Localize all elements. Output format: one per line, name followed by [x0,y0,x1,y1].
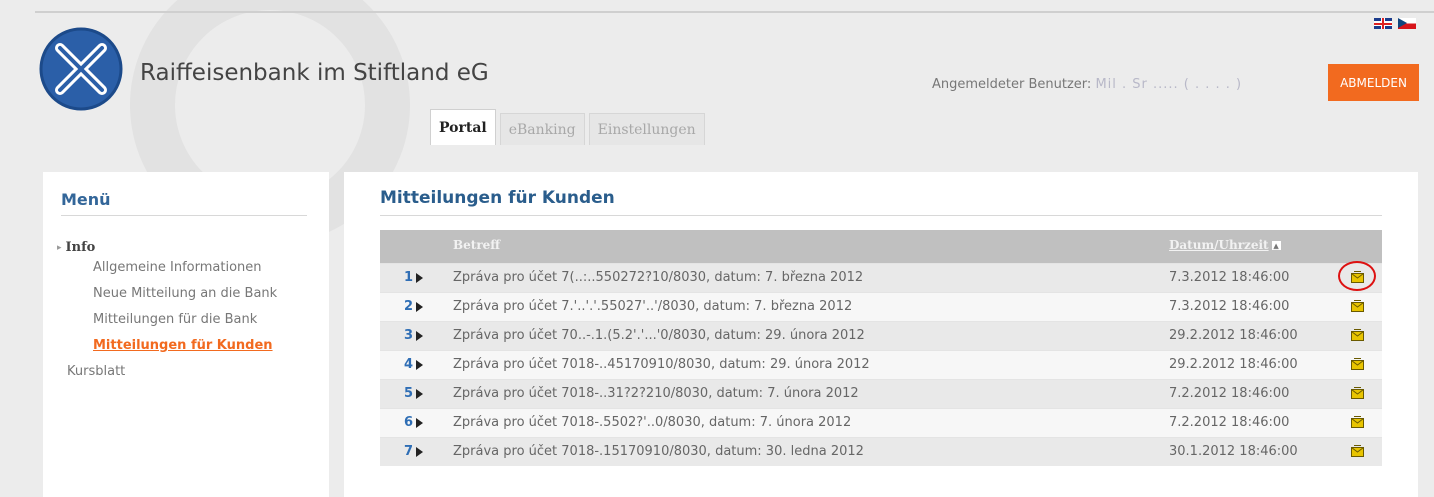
tab-einstellungen[interactable]: Einstellungen [588,113,705,145]
row-number: 1 [404,270,424,285]
message-date: 29.2.2012 18:46:00 [1169,357,1298,372]
message-date: 7.2.2012 18:46:00 [1169,386,1290,401]
message-subject[interactable]: Zpráva pro účet 7018-..31?2?210/8030, da… [453,386,859,401]
row-number-label: 4 [404,357,414,372]
table-row[interactable]: 6 Zpráva pro účet 7018-.5502?'..0/8030, d… [380,408,1382,437]
column-header-betreff[interactable]: Betreff [453,238,500,252]
sort-ascending-icon[interactable]: ▲ [1271,240,1281,250]
main-tabs: Portal eBanking Einstellungen [430,109,705,145]
play-arrow-icon [416,446,424,457]
row-number: 7 [404,444,424,459]
play-arrow-icon [416,417,424,428]
language-switcher [1374,18,1416,29]
message-subject[interactable]: Zpráva pro účet 7018-.15170910/8030, dat… [453,444,864,459]
table-row[interactable]: 5 Zpráva pro účet 7018-..31?2?210/8030, d… [380,379,1382,408]
play-arrow-icon [416,388,424,399]
envelope-icon[interactable] [1351,387,1364,399]
table-row[interactable]: 7 Zpráva pro účet 7018-.15170910/8030, da… [380,437,1382,466]
table-row[interactable]: 1 Zpráva pro účet 7(..:..550272?10/8030, … [380,261,1382,292]
column-header-datum[interactable]: Datum/Uhrzeit ▲ [1169,238,1281,252]
message-date: 7.3.2012 18:46:00 [1169,270,1290,285]
row-number-label: 6 [404,415,414,430]
menu-group-label: Info [65,240,96,255]
row-number-label: 1 [404,270,414,285]
user-label: Angemeldeter Benutzer: [932,77,1092,92]
sidebar-menu: Menü ▸ Info Allgemeine Informationen Neu… [43,172,329,497]
row-number-label: 5 [404,386,414,401]
message-subject[interactable]: Zpráva pro účet 7018-..45170910/8030, da… [453,357,870,372]
row-number: 4 [404,357,424,372]
play-arrow-icon [416,330,424,341]
row-number-label: 2 [404,299,414,314]
play-arrow-icon [416,359,424,370]
table-row[interactable]: 4 Zpráva pro účet 7018-..45170910/8030, d… [380,350,1382,379]
logout-button[interactable]: ABMELDEN [1328,64,1419,101]
page-header: Raiffeisenbank im Stiftland eG Angemelde… [0,0,1434,245]
envelope-icon[interactable] [1351,271,1364,283]
column-header-datum-label: Datum/Uhrzeit [1169,238,1269,252]
table-row[interactable]: 3 Zpráva pro účet 70..-.1.(5.2'.'...'0/80… [380,321,1382,350]
menu-list: ▸ Info Allgemeine Informationen Neue Mit… [57,240,277,385]
user-value: Mil . Sr ..... ( . . . . ) [1095,77,1243,92]
title-divider [380,215,1382,216]
menu-title: Menü [61,190,111,209]
envelope-icon[interactable] [1351,329,1364,341]
row-number: 6 [404,415,424,430]
play-arrow-icon [416,272,424,283]
message-subject[interactable]: Zpráva pro účet 7.'..'.'.55027'..'/8030,… [453,299,852,314]
sidebar-item-mitteilungen-bank[interactable]: Mitteilungen für die Bank [93,307,277,333]
expand-triangle-icon: ▸ [57,242,62,253]
envelope-icon[interactable] [1351,358,1364,370]
message-date: 29.2.2012 18:46:00 [1169,328,1298,343]
row-number-label: 7 [404,444,414,459]
sidebar-item-mitteilungen-kunden[interactable]: Mitteilungen für Kunden [93,333,277,359]
row-number: 5 [404,386,424,401]
message-subject[interactable]: Zpráva pro účet 7018-.5502?'..0/8030, da… [453,415,851,430]
message-subject[interactable]: Zpráva pro účet 70..-.1.(5.2'.'...'0/803… [453,328,865,343]
top-divider [35,11,1434,13]
sidebar-item-neue-mitteilung[interactable]: Neue Mitteilung an die Bank [93,281,277,307]
row-number-label: 3 [404,328,414,343]
row-number: 2 [404,299,424,314]
message-date: 30.1.2012 18:46:00 [1169,444,1298,459]
menu-divider [61,215,307,216]
sidebar-item-kursblatt[interactable]: Kursblatt [67,359,277,385]
play-arrow-icon [416,301,424,312]
messages-table: Betreff Datum/Uhrzeit ▲ 1 Zpráva pro účet… [380,230,1382,466]
main-content: Mitteilungen für Kunden Betreff Datum/Uh… [344,172,1418,497]
table-header: Betreff Datum/Uhrzeit ▲ [380,230,1382,263]
sidebar-item-allgemeine-informationen[interactable]: Allgemeine Informationen [93,255,277,281]
envelope-icon[interactable] [1351,445,1364,457]
row-number: 3 [404,328,424,343]
logged-in-user: Angemeldeter Benutzer: Mil . Sr ..... ( … [932,77,1242,92]
raiffeisen-logo-icon [39,27,123,111]
cz-flag-icon[interactable] [1398,18,1416,29]
table-row[interactable]: 2 Zpráva pro účet 7.'..'.'.55027'..'/8030… [380,292,1382,321]
uk-flag-icon[interactable] [1374,18,1392,29]
tab-ebanking[interactable]: eBanking [499,113,585,145]
menu-group-info[interactable]: ▸ Info [57,240,277,255]
message-subject[interactable]: Zpráva pro účet 7(..:..550272?10/8030, d… [453,270,863,285]
bank-name: Raiffeisenbank im Stiftland eG [140,60,489,86]
envelope-icon[interactable] [1351,300,1364,312]
envelope-icon[interactable] [1351,416,1364,428]
page-title: Mitteilungen für Kunden [380,188,615,208]
menu-submenu: Allgemeine Informationen Neue Mitteilung… [93,255,277,359]
tab-portal[interactable]: Portal [430,109,496,145]
message-date: 7.2.2012 18:46:00 [1169,415,1290,430]
table-body: 1 Zpráva pro účet 7(..:..550272?10/8030, … [380,261,1382,466]
message-date: 7.3.2012 18:46:00 [1169,299,1290,314]
